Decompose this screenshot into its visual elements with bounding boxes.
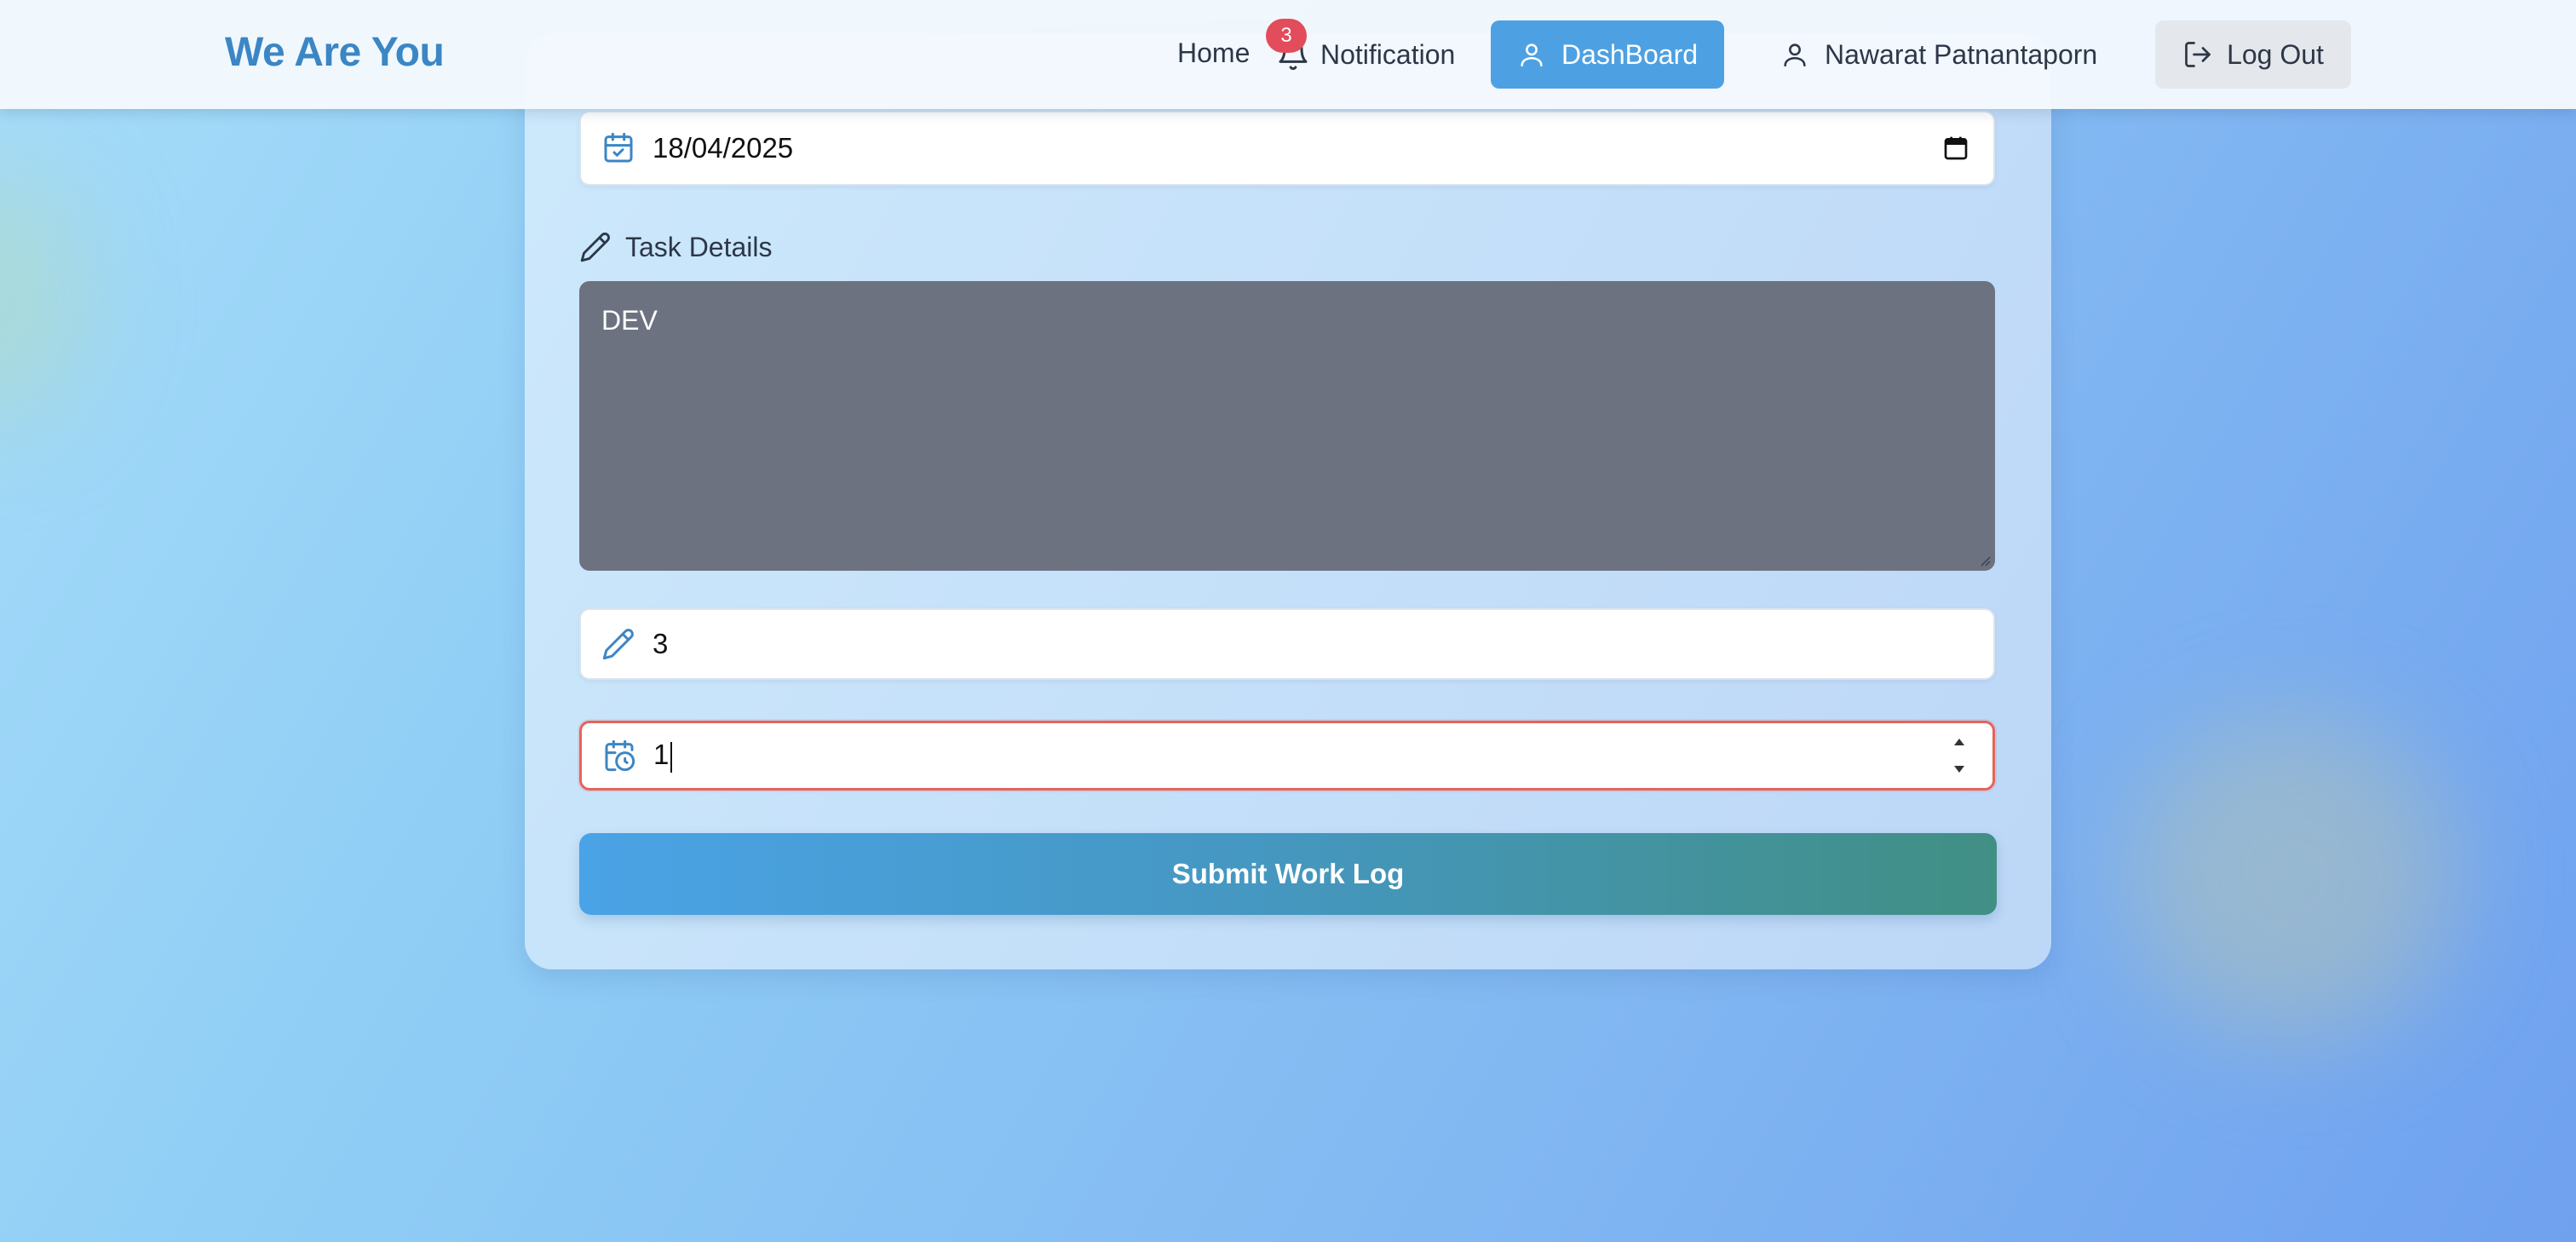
- number-spinner[interactable]: [1950, 737, 1969, 774]
- logout-label: Log Out: [2227, 38, 2324, 70]
- resize-handle-icon[interactable]: [1980, 555, 1992, 567]
- logout-button[interactable]: Log Out: [2155, 20, 2351, 89]
- background-blob: [0, 170, 85, 426]
- task-details-textarea[interactable]: DEV: [579, 281, 1995, 571]
- notification-label: Notification: [1320, 38, 1456, 70]
- task-details-text: Task Details: [625, 231, 773, 262]
- pencil-icon: [602, 629, 634, 660]
- user-icon: [1784, 43, 1806, 67]
- date-value: 18/04/2025: [653, 132, 794, 164]
- top-navbar: We Are You Home Notification 3 DashBoard…: [0, 0, 2576, 109]
- number-value: 1: [653, 739, 1950, 773]
- text-caret: [670, 741, 673, 773]
- pencil-icon: [580, 233, 610, 262]
- hours-value: 3: [653, 628, 669, 659]
- nav-home-link[interactable]: Home: [1177, 37, 1250, 69]
- notification-count-badge: 3: [1266, 19, 1307, 53]
- dashboard-button[interactable]: DashBoard: [1491, 20, 1724, 89]
- user-name: Nawarat Patnantaporn: [1825, 38, 2098, 70]
- spinner-up-icon[interactable]: [1952, 737, 1966, 747]
- user-icon: [1521, 43, 1543, 67]
- dashboard-label: DashBoard: [1561, 38, 1699, 70]
- calendar-clock-icon: [605, 739, 635, 772]
- calendar-picker-icon[interactable]: [1942, 135, 1969, 162]
- user-profile-link[interactable]: Nawarat Patnantaporn: [1780, 31, 2097, 78]
- spinner-down-icon[interactable]: [1952, 764, 1966, 774]
- date-input[interactable]: 18/04/2025: [579, 111, 1995, 186]
- submit-work-log-button[interactable]: Submit Work Log: [579, 833, 1997, 915]
- background-blob: [2130, 716, 2453, 1039]
- number-input[interactable]: 1: [579, 721, 1995, 791]
- logout-icon: [2185, 42, 2211, 67]
- brand-logo[interactable]: We Are You: [225, 29, 445, 76]
- task-details-label: Task Details: [579, 228, 773, 266]
- hours-input[interactable]: 3: [579, 608, 1995, 680]
- task-details-value: DEV: [601, 305, 658, 336]
- calendar-check-icon: [604, 132, 633, 163]
